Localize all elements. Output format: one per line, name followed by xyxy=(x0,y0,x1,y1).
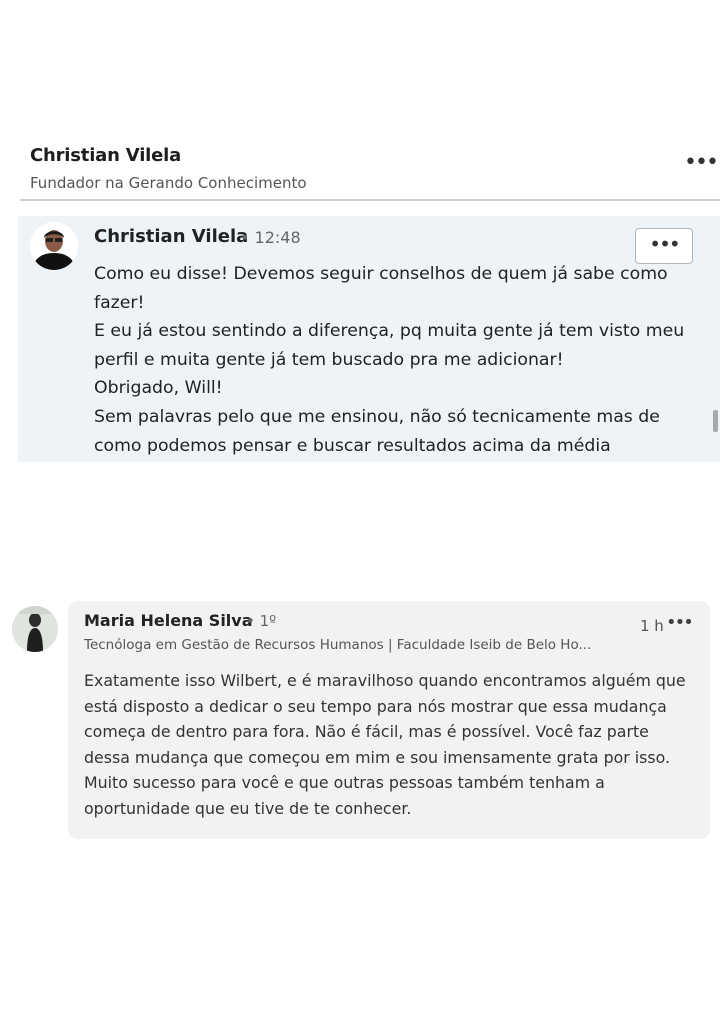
message-line: Sem palavras pelo que me ensinou, não só… xyxy=(94,406,660,456)
comment-more-button[interactable]: ••• xyxy=(666,612,694,633)
comment-author-headline: Tecnóloga em Gestão de Recursos Humanos … xyxy=(84,637,592,653)
comment-author[interactable]: Maria Helena Silva xyxy=(84,611,253,630)
message-line: E eu já estou sentindo a diferença, pq m… xyxy=(94,321,685,370)
more-options-icon[interactable]: ••• xyxy=(684,152,719,174)
post-header: Christian Vilela Fundador na Gerando Con… xyxy=(0,0,720,201)
header-author-name[interactable]: Christian Vilela xyxy=(30,145,181,166)
avatar[interactable] xyxy=(12,606,58,652)
connection-degree: • 1º xyxy=(246,612,277,630)
divider xyxy=(20,199,720,201)
scrollbar-thumb[interactable] xyxy=(713,410,718,432)
comment-timestamp: 1 h xyxy=(640,617,664,635)
avatar[interactable] xyxy=(30,222,78,270)
comment-text: Exatamente isso Wilbert, e é maravilhoso… xyxy=(84,671,686,818)
message-more-button[interactable]: ••• xyxy=(635,228,693,264)
message-author[interactable]: Christian Vilela xyxy=(94,226,248,247)
message-body: Como eu disse! Devemos seguir conselhos … xyxy=(94,260,704,460)
message-line: Obrigado, Will! xyxy=(94,378,223,399)
header-author-subtitle: Fundador na Gerando Conhecimento xyxy=(30,174,307,192)
message-timestamp: • 12:48 xyxy=(240,228,301,247)
message-line: Como eu disse! Devemos seguir conselhos … xyxy=(94,264,668,313)
